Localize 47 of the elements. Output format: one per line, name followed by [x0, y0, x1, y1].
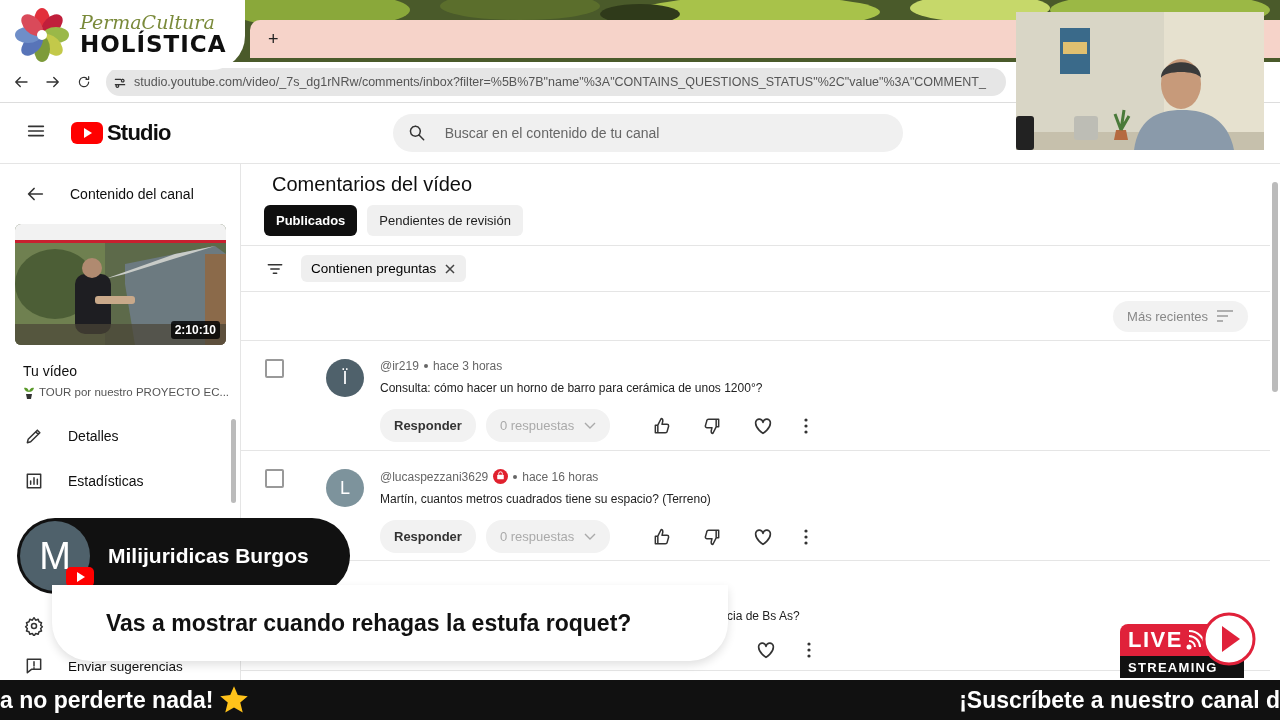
filter-chip[interactable]: Contienen preguntas — [301, 255, 467, 282]
avatar: Ï — [326, 359, 364, 397]
feedback-icon — [24, 656, 44, 676]
heart-button[interactable] — [755, 639, 777, 661]
tab[interactable]: Pendientes de revisión — [367, 205, 523, 236]
ticker-text: a no perderte nada! — [0, 686, 214, 714]
comment-time: hace 3 horas — [432, 359, 503, 373]
sort-icon — [1216, 309, 1234, 323]
comment-author[interactable]: @lucaspezzani3629 — [380, 469, 489, 484]
sidebar-item[interactable]: Detalles — [68, 427, 119, 444]
section-heading: Tu vídeo — [23, 363, 78, 379]
chat-message: Vas a mostrar cuando rehagas la estufa roquet? — [106, 609, 632, 637]
tab[interactable]: Publicados — [264, 205, 358, 236]
comment-text: Martín, cuantos metros cuadrados tiene su espacio? (Terreno) — [380, 492, 712, 506]
search-field[interactable]: Buscar en el contenido de tu canal — [392, 114, 903, 152]
more-button[interactable] — [807, 642, 811, 658]
heart-icon — [755, 639, 777, 661]
play-logo-icon — [71, 122, 103, 144]
reply-button[interactable]: Responder — [380, 520, 476, 553]
chevron-icon — [584, 532, 597, 541]
studio-logo[interactable]: Studio — [107, 120, 171, 146]
checkbox[interactable] — [265, 469, 284, 488]
comment-time: hace 16 horas — [522, 469, 599, 484]
separator-dot — [423, 364, 428, 368]
separator-dot — [513, 474, 518, 479]
more-button[interactable] — [804, 417, 809, 434]
avatar: L — [326, 469, 364, 507]
chat-author: Milijuridicas Burgos — [108, 544, 309, 568]
close-icon[interactable] — [444, 262, 457, 275]
sidebar-item[interactable]: Estadísticas — [68, 472, 144, 489]
checkbox[interactable] — [265, 359, 284, 378]
comment-text: cia de Bs As? — [727, 609, 801, 623]
sprout-icon — [23, 385, 35, 399]
comment-text: Consulta: cómo hacer un horno de barro para cerámica de unos 1200°? — [380, 381, 764, 395]
reply-button[interactable]: Responder — [380, 409, 476, 442]
settings-icon — [24, 616, 44, 636]
reload-icon — [76, 74, 92, 90]
ticker-text: ¡Suscríbete a nuestro canal d — [959, 686, 1280, 714]
back-link[interactable]: Contenido del canal — [70, 186, 194, 202]
page-title: Comentarios del vídeo — [272, 173, 474, 196]
video-title: TOUR por nuestro PROYECTO EC... — [39, 386, 230, 398]
chevron-icon — [584, 421, 597, 430]
duration-label: 2:10:10 — [170, 321, 220, 339]
comment-author[interactable]: @ir219 — [380, 359, 419, 373]
address-bar[interactable]: studio.youtube.com/video/_7s_dg1rNRw/comments/inbox?filter=%5B%7B"name"%3A"CONTAINS_QUESTIONS_STATUS"%2C"value"%3A"COMMENT_ — [106, 68, 1006, 96]
sidebar-item[interactable]: Enviar sugerencias — [68, 658, 183, 674]
more-button[interactable] — [804, 528, 809, 545]
